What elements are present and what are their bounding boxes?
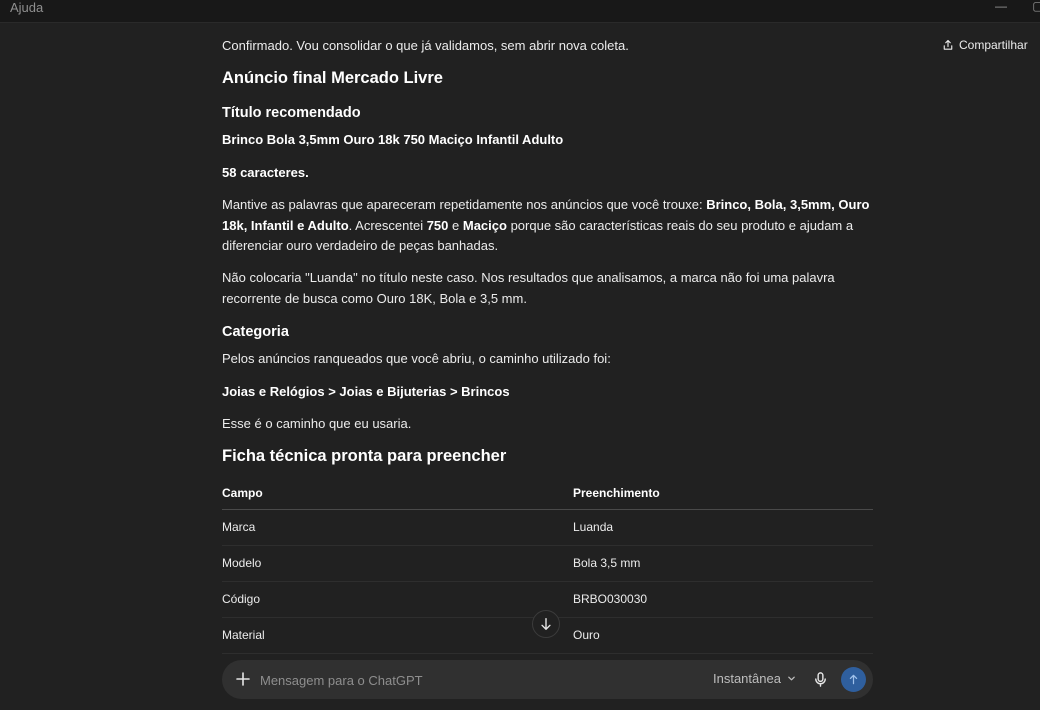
scroll-to-bottom-button[interactable]	[532, 610, 560, 638]
message-composer: Instantânea	[222, 660, 873, 699]
spec-heading: Ficha técnica pronta para preencher	[222, 447, 507, 465]
table-cell: Luanda	[573, 509, 873, 546]
column-header-preenchimento: Preenchimento	[573, 478, 873, 510]
table-row: Modelo Bola 3,5 mm	[222, 545, 873, 582]
window-title: Ajuda	[10, 0, 44, 15]
microphone-icon[interactable]	[812, 671, 829, 688]
message-heading: Anúncio final Mercado Livre	[222, 69, 443, 87]
recommended-title: Brinco Bola 3,5mm Ouro 18k 750 Maciço In…	[222, 132, 564, 147]
table-cell: Modelo	[222, 545, 573, 582]
model-selector[interactable]: Instantânea	[713, 671, 796, 686]
table-row: Marca Luanda	[222, 509, 873, 546]
table-cell: Ouro	[573, 617, 873, 654]
table-cell: Marca	[222, 509, 573, 546]
table-cell: Material	[222, 617, 573, 654]
category-heading: Categoria	[222, 324, 289, 340]
category-note: Esse é o caminho que eu usaria.	[222, 416, 412, 431]
chevron-down-icon	[788, 676, 795, 681]
column-header-campo: Campo	[222, 478, 573, 510]
table-header-row: Campo Preenchimento	[222, 478, 873, 510]
share-icon	[943, 39, 953, 50]
message-input[interactable]	[258, 669, 682, 692]
table-cell: Código	[222, 581, 573, 618]
share-button[interactable]: Compartilhar	[942, 36, 1028, 54]
arrow-up-icon	[849, 674, 858, 685]
title-section-heading: Título recomendado	[222, 105, 361, 121]
maximize-button[interactable]: ▢	[1030, 0, 1040, 16]
char-count: 58 caracteres.	[222, 165, 309, 180]
brand-paragraph: Não colocaria "Luanda" no título neste c…	[222, 270, 835, 306]
table-cell: Bola 3,5 mm	[573, 545, 873, 582]
arrow-down-icon	[541, 618, 551, 630]
table-cell: BRBO030030	[573, 581, 873, 618]
model-label: Instantânea	[713, 671, 781, 686]
share-label: Compartilhar	[959, 38, 1028, 52]
message-intro: Confirmado. Vou consolidar o que já vali…	[222, 38, 629, 53]
category-intro: Pelos anúncios ranqueados que você abriu…	[222, 351, 611, 366]
minimize-button[interactable]: —	[993, 0, 1009, 16]
send-button[interactable]	[841, 667, 866, 692]
window-titlebar: Ajuda — ▢	[0, 0, 1040, 23]
keywords-paragraph: Mantive as palavras que apareceram repet…	[222, 197, 870, 253]
category-path: Joias e Relógios > Joias e Bijuterias > …	[222, 384, 510, 399]
plus-icon[interactable]	[234, 670, 252, 688]
